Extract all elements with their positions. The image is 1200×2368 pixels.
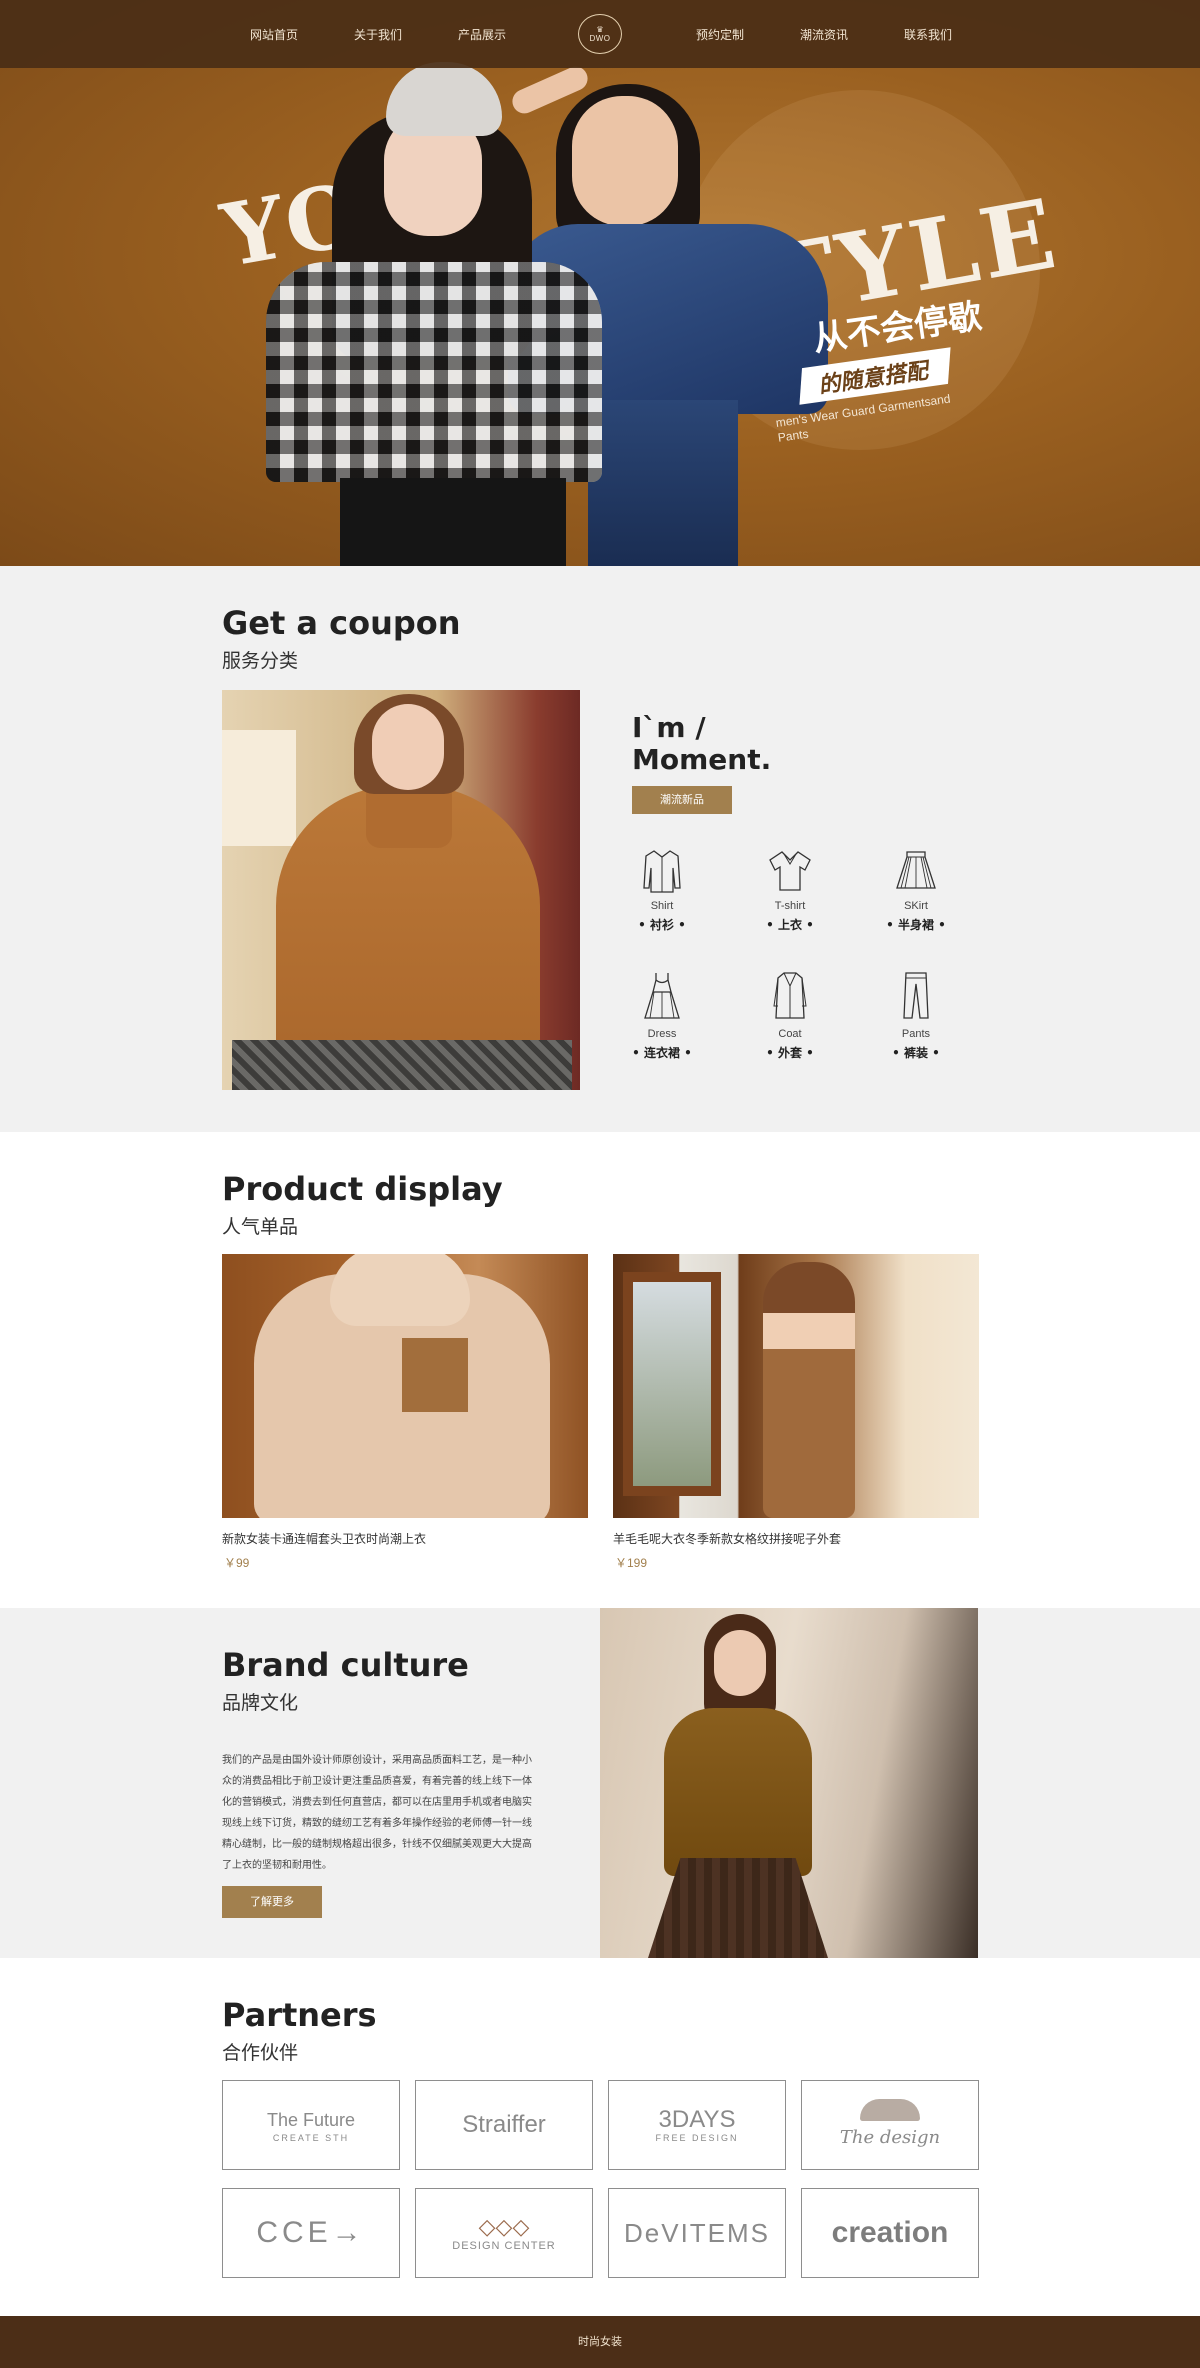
coat-icon <box>773 972 807 1019</box>
brand-logo[interactable]: ♛ DWO <box>578 14 622 54</box>
plaid-pants-shape <box>232 1040 572 1090</box>
model-left-pants <box>340 478 566 566</box>
partner-logo[interactable]: Straiffer <box>415 2080 593 2170</box>
footer-text: 时尚女装 <box>578 2335 622 2348</box>
moment-line-2: Moment. <box>632 743 772 776</box>
crown-icon: ♛ <box>596 24 604 34</box>
model-right-jeans <box>588 400 738 566</box>
category-zh: • 外套 • <box>766 1046 814 1060</box>
category-en: Dress <box>647 1028 677 1040</box>
category-en: T-shirt <box>774 900 806 912</box>
learn-more-button[interactable]: 了解更多 <box>222 1886 322 1918</box>
category-pants[interactable]: Pants • 裤装 • <box>876 970 956 1061</box>
lamp-shape <box>222 730 296 846</box>
partner-logo-sub: FREE DESIGN <box>655 2133 739 2143</box>
partner-logo[interactable]: ◇◇◇ DESIGN CENTER <box>415 2188 593 2278</box>
product-price: ￥199 <box>615 1556 648 1570</box>
section-title: Get a coupon <box>222 604 461 642</box>
nav-item-home[interactable]: 网站首页 <box>250 26 298 43</box>
product-price: ￥99 <box>224 1556 250 1570</box>
partner-logo[interactable]: DeVITEMS <box>608 2188 786 2278</box>
category-skirt[interactable]: SKirt • 半身裙 • <box>876 848 956 933</box>
partner-logo-sub: DESIGN CENTER <box>452 2240 556 2252</box>
product-name[interactable]: 新款女装卡通连帽套头卫衣时尚潮上衣 <box>222 1530 426 1547</box>
section-title: Partners <box>222 1996 377 2034</box>
partner-logo-text: creation <box>831 2216 949 2249</box>
face-shape <box>372 704 444 790</box>
brand-description: 我们的产品是由国外设计师原创设计，采用高品质面料工艺，是一种小众的消费品相比于前… <box>222 1755 532 1871</box>
section-subtitle: 品牌文化 <box>222 1692 299 1714</box>
tshirt-icon <box>769 851 811 891</box>
coupon-section: Get a coupon 服务分类 I`m / Moment. 潮流新品 Shi… <box>0 566 1200 1132</box>
product-name[interactable]: 羊毛毛呢大衣冬季新款女格纹拼接呢子外套 <box>613 1530 841 1547</box>
partner-logo-text: The design <box>839 2127 941 2148</box>
partner-logo-text: 3DAYS <box>658 2106 736 2133</box>
section-subtitle: 合作伙伴 <box>222 2042 299 2064</box>
product-section: Product display 人气单品 新款女装卡通连帽套头卫衣时尚潮上衣 ￥… <box>0 1132 1200 1608</box>
model-left-plaid-overlay <box>266 262 602 482</box>
category-en: SKirt <box>904 900 928 912</box>
partner-logo-text: CCE→ <box>256 2216 366 2249</box>
shirt-icon <box>643 850 681 893</box>
top-nav: 网站首页 关于我们 产品展示 ♛ DWO 预约定制 潮流资讯 联系我们 <box>0 0 1200 68</box>
category-tshirt[interactable]: T-shirt • 上衣 • <box>750 848 830 933</box>
cardigan-shape <box>664 1708 812 1876</box>
new-arrivals-button[interactable]: 潮流新品 <box>632 786 732 814</box>
partner-logo[interactable]: The Future CREATE STH <box>222 2080 400 2170</box>
model-left-beanie <box>386 62 502 136</box>
partner-logo-text: DeVITEMS <box>623 2218 771 2248</box>
hero-banner: YOU STYLE 从不会停歇 的随意搭配 men's Wear Guard G… <box>0 0 1200 566</box>
partner-logo[interactable]: creation <box>801 2188 979 2278</box>
category-en: Pants <box>901 1028 931 1040</box>
logo-text: DWO <box>589 33 611 43</box>
partners-section: Partners 合作伙伴 The Future CREATE STH Stra… <box>0 1958 1200 2316</box>
skirt-icon <box>896 851 936 889</box>
pants-icon <box>903 972 929 1019</box>
nav-item-about[interactable]: 关于我们 <box>354 26 402 43</box>
moment-line-1: I`m / <box>632 711 706 744</box>
cloud-icon <box>860 2099 920 2121</box>
product-image[interactable] <box>613 1254 979 1518</box>
category-zh: • 裤装 • <box>892 1046 940 1060</box>
hood-shape <box>330 1254 470 1326</box>
category-coat[interactable]: Coat • 外套 • <box>750 970 830 1061</box>
coupon-model-photo <box>222 690 580 1090</box>
category-en: Coat <box>778 1028 802 1040</box>
partner-logo-text: ◇◇◇ <box>478 2214 530 2239</box>
partner-logo[interactable]: 3DAYS FREE DESIGN <box>608 2080 786 2170</box>
nav-item-contact[interactable]: 联系我们 <box>904 26 952 43</box>
partner-logo-text: Straiffer <box>462 2111 546 2138</box>
partner-logo[interactable]: The design <box>801 2080 979 2170</box>
partner-logo-text: The Future <box>266 2110 356 2130</box>
nav-item-news[interactable]: 潮流资讯 <box>800 26 848 43</box>
category-zh: • 衬衫 • <box>638 918 686 932</box>
moment-heading: I`m / Moment. <box>632 712 771 776</box>
category-zh: • 连衣裙 • <box>632 1046 692 1060</box>
category-zh: • 半身裙 • <box>886 918 946 932</box>
category-shirt[interactable]: Shirt • 衬衫 • <box>622 848 702 933</box>
category-zh: • 上衣 • <box>766 918 814 932</box>
dress-icon <box>644 973 680 1019</box>
category-en: Shirt <box>650 900 674 912</box>
face-shape <box>714 1630 766 1696</box>
patch-pocket-shape <box>402 1338 468 1412</box>
window-shape <box>623 1272 721 1496</box>
model-right-face <box>572 96 678 226</box>
nav-item-booking[interactable]: 预约定制 <box>696 26 744 43</box>
nav-item-products[interactable]: 产品展示 <box>458 26 506 43</box>
section-title: Brand culture <box>222 1646 469 1684</box>
section-title: Product display <box>222 1170 503 1208</box>
brand-section: Brand culture 品牌文化 我们的产品是由国外设计师原创设计，采用高品… <box>0 1608 1200 1958</box>
category-dress[interactable]: Dress • 连衣裙 • <box>622 970 702 1061</box>
product-image[interactable] <box>222 1254 588 1518</box>
section-subtitle: 人气单品 <box>222 1216 299 1238</box>
brand-model-photo <box>600 1608 978 1958</box>
model-shape <box>763 1262 855 1518</box>
footer: 时尚女装 <box>0 2316 1200 2368</box>
section-subtitle: 服务分类 <box>222 650 299 672</box>
partner-logo-sub: CREATE STH <box>272 2133 350 2143</box>
partner-logo[interactable]: CCE→ <box>222 2188 400 2278</box>
